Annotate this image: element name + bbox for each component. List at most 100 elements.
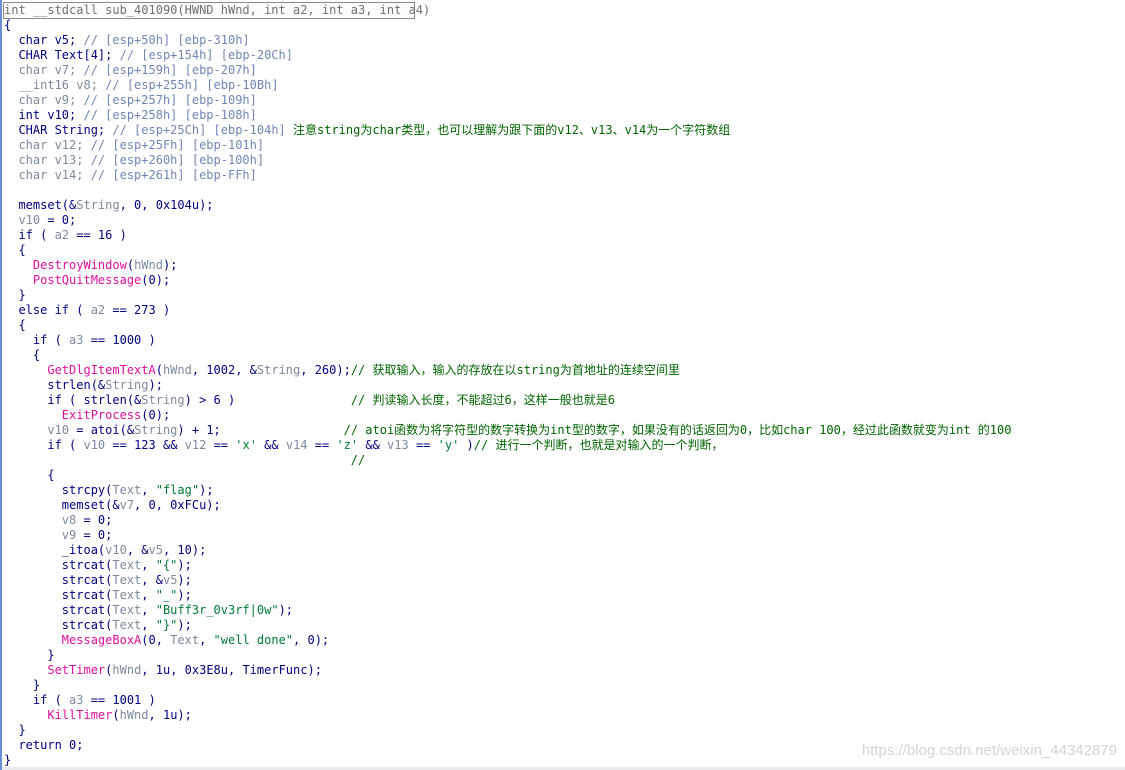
code-token: ,: [141, 558, 156, 572]
code-line[interactable]: memset(&v7, 0, 0xFCu);: [4, 498, 1125, 513]
identifier: String: [256, 363, 301, 377]
code-line[interactable]: if ( v10 == 123 && v12 == 'x' && v14 == …: [4, 438, 1125, 453]
identifier: Text: [170, 633, 200, 647]
annotation-comment: 注意string为char类型，也可以理解为跟下面的v12、v13、v14为一个…: [293, 123, 731, 137]
code-line[interactable]: char v9; // [esp+257h] [ebp-109h]: [4, 93, 1125, 108]
watermark: https://blog.csdn.net/weixin_44342879: [861, 742, 1117, 759]
code-line[interactable]: CHAR String; // [esp+25Ch] [ebp-104h] 注意…: [4, 123, 1125, 138]
code-token: );: [177, 573, 192, 587]
code-token: memset(&: [4, 198, 77, 212]
code-token: }: [4, 723, 26, 737]
function-call: PostQuitMessage: [4, 273, 142, 287]
code-line[interactable]: strlen(&String);: [4, 378, 1125, 393]
code-line[interactable]: }: [4, 288, 1125, 303]
code-token: (0);: [141, 273, 171, 287]
code-token: );: [177, 618, 192, 632]
code-line[interactable]: strcat(Text, "{");: [4, 558, 1125, 573]
code-line[interactable]: ExitProcess(0);: [4, 408, 1125, 423]
code-token: strcat(: [4, 603, 113, 617]
code-token: }: [4, 288, 26, 302]
code-line[interactable]: if ( a3 == 1000 ): [4, 333, 1125, 348]
code-token: ,: [199, 633, 214, 647]
identifier: v13: [387, 438, 409, 452]
code-line[interactable]: v8 = 0;: [4, 513, 1125, 528]
code-line[interactable]: {: [4, 243, 1125, 258]
code-line[interactable]: strcat(Text, "Buff3r_0v3rf|0w");: [4, 603, 1125, 618]
code-line[interactable]: {: [4, 348, 1125, 363]
code-line[interactable]: MessageBoxA(0, Text, "well done", 0);: [4, 633, 1125, 648]
identifier: a3: [69, 693, 84, 707]
code-line[interactable]: char v14; // [esp+261h] [ebp-FFh]: [4, 168, 1125, 183]
code-line[interactable]: //: [4, 453, 1125, 468]
code-token: &&: [358, 438, 388, 452]
code-line[interactable]: PostQuitMessage(0);: [4, 273, 1125, 288]
code-line[interactable]: char v7; // [esp+159h] [ebp-207h]: [4, 63, 1125, 78]
code-line[interactable]: if ( a3 == 1001 ): [4, 693, 1125, 708]
code-line[interactable]: else if ( a2 == 273 ): [4, 303, 1125, 318]
code-line[interactable]: [4, 183, 1125, 198]
string-literal: 'y': [437, 438, 460, 452]
code-line[interactable]: char v13; // [esp+260h] [ebp-100h]: [4, 153, 1125, 168]
code-token: ==: [206, 438, 236, 452]
code-line[interactable]: KillTimer(hWnd, 1u);: [4, 708, 1125, 723]
code-line[interactable]: if ( strlen(&String) > 6 ) // 判读输入长度，不能超…: [4, 393, 1125, 408]
code-line[interactable]: {: [4, 318, 1125, 333]
code-token: strcat(: [4, 558, 113, 572]
code-line[interactable]: __int16 v8; // [esp+255h] [ebp-10Bh]: [4, 78, 1125, 93]
code-line[interactable]: if ( a2 == 16 ): [4, 228, 1125, 243]
code-token: (: [155, 363, 163, 377]
code-line[interactable]: CHAR Text[4]; // [esp+154h] [ebp-20Ch]: [4, 48, 1125, 63]
code-line[interactable]: strcat(Text, "_");: [4, 588, 1125, 603]
code-line[interactable]: char v12; // [esp+25Fh] [ebp-101h]: [4, 138, 1125, 153]
function-call: SetTimer: [4, 663, 106, 677]
identifier: Text: [112, 483, 142, 497]
stack-offset-comment: // [esp+159h] [ebp-207h]: [83, 63, 257, 77]
code-line[interactable]: v10 = atoi(&String) + 1; // atoi函数为将字符型的…: [4, 423, 1125, 438]
code-line[interactable]: _itoa(v10, &v5, 10);: [4, 543, 1125, 558]
identifier: hWnd: [162, 363, 192, 377]
pseudocode-view[interactable]: int __stdcall sub_401090(HWND hWnd, int …: [0, 0, 1125, 770]
code-token: );: [278, 603, 294, 617]
code-line[interactable]: DestroyWindow(hWnd);: [4, 258, 1125, 273]
code-line[interactable]: {: [4, 18, 1125, 33]
code-token: == 273 ): [105, 303, 171, 317]
annotation-comment: // 进行一个判断，也就是对输入的一个判断，: [473, 438, 724, 452]
code-line[interactable]: }: [4, 723, 1125, 738]
code-line[interactable]: char v5; // [esp+50h] [ebp-310h]: [4, 33, 1125, 48]
string-literal: "flag": [155, 483, 200, 497]
code-token: , 1u);: [148, 708, 192, 722]
identifier: __int16 v8;: [4, 78, 106, 92]
code-lines: int __stdcall sub_401090(HWND hWnd, int …: [4, 3, 1125, 768]
code-token: );: [148, 378, 163, 392]
code-token: , 1002, &: [191, 363, 257, 377]
code-token: ==: [408, 438, 438, 452]
code-line[interactable]: GetDlgItemTextA(hWnd, 1002, &String, 260…: [4, 363, 1125, 378]
code-line[interactable]: strcat(Text, "}");: [4, 618, 1125, 633]
code-token: (0,: [141, 633, 171, 647]
code-line[interactable]: strcpy(Text, "flag");: [4, 483, 1125, 498]
stack-offset-comment: // [esp+260h] [ebp-100h]: [90, 153, 265, 167]
stack-offset-comment: // [esp+25Ch] [ebp-104h]: [112, 123, 293, 137]
code-token: = 0;: [76, 528, 113, 542]
code-line[interactable]: int __stdcall sub_401090(HWND hWnd, int …: [4, 3, 1125, 18]
code-token: else if (: [4, 303, 91, 317]
code-line[interactable]: }: [4, 648, 1125, 663]
code-line[interactable]: v10 = 0;: [4, 213, 1125, 228]
code-line[interactable]: int v10; // [esp+258h] [ebp-108h]: [4, 108, 1125, 123]
code-token: = 0;: [76, 513, 113, 527]
code-token: = 0;: [40, 213, 77, 227]
code-token: if (: [4, 438, 84, 452]
code-token: , 0, 0x104u);: [119, 198, 214, 212]
stack-offset-comment: // [esp+261h] [ebp-FFh]: [90, 168, 257, 182]
code-line[interactable]: memset(&String, 0, 0x104u);: [4, 198, 1125, 213]
code-token: ,: [141, 618, 156, 632]
code-token: strcat(: [4, 573, 113, 587]
code-line[interactable]: SetTimer(hWnd, 1u, 0x3E8u, TimerFunc);: [4, 663, 1125, 678]
code-line[interactable]: v9 = 0;: [4, 528, 1125, 543]
code-token: }: [4, 678, 41, 692]
code-line[interactable]: {: [4, 468, 1125, 483]
code-line[interactable]: }: [4, 678, 1125, 693]
identifier: v10: [105, 543, 127, 557]
stack-offset-comment: // [esp+255h] [ebp-10Bh]: [105, 78, 279, 92]
code-line[interactable]: strcat(Text, &v5);: [4, 573, 1125, 588]
